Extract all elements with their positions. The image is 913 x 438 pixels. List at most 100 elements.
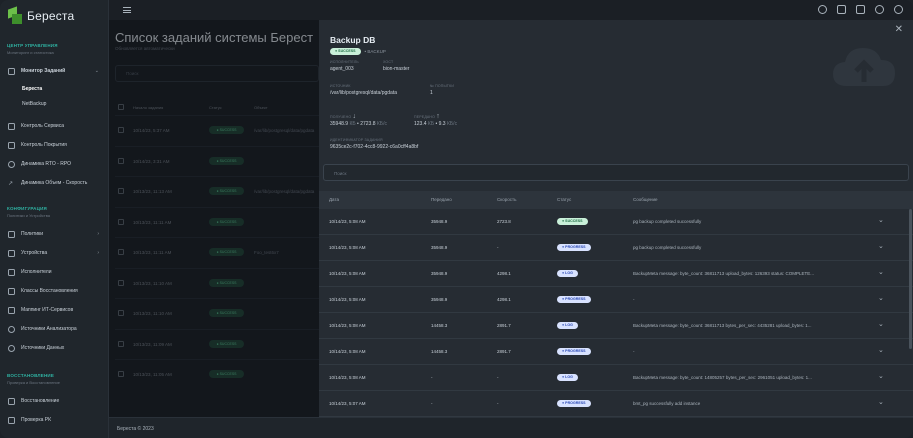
sidebar-item-label: Маппинг ИТ-Сервисов (21, 307, 74, 313)
overlay-backdrop[interactable] (109, 20, 319, 417)
log-row[interactable]: 10/14/23, 5:08 AM 35948.9 - ● PROGRESS pg ba… (319, 235, 913, 261)
job-type-label: BACKUP (367, 49, 386, 54)
topbar-actions (818, 5, 903, 14)
log-speed: 2891.7 (497, 349, 511, 354)
status-badge: ● SUCCESS (330, 48, 361, 55)
sidebar-item-job-monitor[interactable]: Монитор Заданий ⌄ (6, 64, 103, 78)
log-row[interactable]: 10/14/23, 5:07 AM - - ● PROGRESS bmt_pg succ… (319, 391, 913, 417)
log-row[interactable]: 10/14/23, 5:08 AM 35948.9 4298.1 ● PROGRESS… (319, 287, 913, 313)
logo[interactable]: Береста (8, 6, 74, 24)
sidebar-item-label: Проверка РК (21, 417, 52, 423)
chevron-down-icon[interactable]: ⌄ (878, 372, 884, 380)
log-message: BackupMeta message: byte_count: 14805257… (633, 375, 812, 380)
sidebar-item-label: Исполнители (21, 269, 52, 275)
source-value: /var/lib/postgresql/data/pgdata (330, 90, 397, 96)
transferred-label: ПЕРЕДАНО ↑ (414, 113, 440, 120)
chevron-down-icon[interactable]: ⌄ (878, 216, 884, 224)
chevron-right-icon: › (97, 250, 99, 256)
column-header-transferred[interactable]: Передано (431, 197, 452, 202)
sidebar-item-label: Контроль Сервиса (21, 123, 65, 129)
chevron-down-icon[interactable]: ⌄ (878, 268, 884, 276)
bell-icon[interactable] (875, 5, 884, 14)
processed-value: 35948.9 КБ • 2723.8 КБ/с (330, 121, 387, 127)
sidebar-item-it-mapping[interactable]: Маппинг ИТ-Сервисов (6, 303, 103, 317)
executor-value: agent_003 (330, 66, 354, 72)
clipboard-check-icon (8, 141, 15, 149)
clipboard-icon (8, 122, 15, 130)
sidebar-item-check-rk[interactable]: Проверка РК (6, 413, 103, 427)
status-badge-label: LOG (565, 323, 573, 327)
job-details-drawer: ✕ Backup DB ● SUCCESS • BACKUP ИСПОЛНИТЕ… (319, 20, 913, 417)
status-badge: ● LOG (557, 270, 578, 277)
attempts-label: № ПОПЫТКИ (430, 84, 455, 88)
user-icon[interactable] (894, 5, 903, 14)
log-row[interactable]: 10/14/23, 5:08 AM - - ● LOG BackupMeta messa… (319, 365, 913, 391)
search-icon[interactable] (818, 5, 827, 14)
sidebar-item-volume-speed[interactable]: ↗ Динамика Объем - Скорость (6, 176, 103, 190)
log-message: pg backup completed successfully (633, 245, 702, 250)
chevron-down-icon: ⌄ (94, 68, 99, 74)
status-badge: ● LOG (557, 322, 578, 329)
status-badge-label: SUCCESS (565, 219, 583, 223)
section-subtitle-configuration: Политики и Устройства (7, 213, 51, 218)
log-date: 10/14/23, 5:07 AM (329, 401, 366, 406)
sidebar-item-devices[interactable]: Устройства › (6, 246, 103, 260)
scrollbar[interactable] (909, 209, 912, 349)
chevron-down-icon[interactable]: ⌄ (878, 242, 884, 250)
transferred-amount: 123.4 (414, 121, 427, 127)
column-header-date[interactable]: Дата (329, 197, 339, 202)
source-label: ИСТОЧНИК (330, 84, 351, 88)
log-search-input[interactable]: Поиск (323, 164, 909, 181)
document-icon[interactable] (837, 5, 846, 14)
host-label: ХОСТ (383, 60, 394, 64)
device-icon (8, 249, 15, 257)
log-date: 10/14/23, 5:08 AM (329, 271, 366, 276)
sidebar-subitem-netbackup[interactable]: NetBackup (22, 101, 46, 107)
log-row[interactable]: 10/14/23, 5:08 AM 14458.3 2891.7 ● LOG Backu… (319, 313, 913, 339)
log-speed: 4298.1 (497, 271, 511, 276)
restore-icon (8, 397, 15, 405)
job-id-label: ИДЕНТИФИКАТОР ЗАДАНИЯ (330, 138, 383, 142)
status-badge: ● SUCCESS (557, 218, 588, 225)
column-header-message[interactable]: Сообщение (633, 197, 658, 202)
sidebar-item-rto-rpo[interactable]: Динамика RTO - RPO (6, 157, 103, 171)
sidebar-subitem-beresta[interactable]: Береста (22, 86, 42, 92)
trend-icon: ↗ (8, 180, 14, 187)
chat-icon[interactable] (856, 5, 865, 14)
column-header-speed[interactable]: Скорость (497, 197, 516, 202)
log-speed: 2891.7 (497, 323, 511, 328)
sidebar-item-coverage-control[interactable]: Контроль Покрытия (6, 138, 103, 152)
job-title: Backup DB (330, 35, 376, 45)
sidebar-item-analyzer-sources[interactable]: Источники Анализатора (6, 322, 103, 336)
transferred-unit: КБ (427, 121, 435, 127)
processed-label: ПОЛУЧЕНО ↓ (330, 113, 356, 120)
search-placeholder: Поиск (334, 170, 347, 176)
log-row[interactable]: 10/14/23, 5:08 AM 35948.9 2723.8 ● SUCCESS p… (319, 209, 913, 235)
sidebar-item-restore[interactable]: Восстановление (6, 394, 103, 408)
chevron-down-icon[interactable]: ⌄ (878, 346, 884, 354)
sidebar-item-policies[interactable]: Политики › (6, 227, 103, 241)
log-date: 10/14/23, 5:08 AM (329, 375, 366, 380)
sidebar-item-service-control[interactable]: Контроль Сервиса (6, 119, 103, 133)
database-icon (8, 344, 15, 352)
close-icon[interactable]: ✕ (895, 24, 903, 35)
log-transferred: 14458.3 (431, 349, 448, 354)
status-badge: ● PROGRESS (557, 296, 591, 303)
sidebar-item-executors[interactable]: Исполнители (6, 265, 103, 279)
log-row[interactable]: 10/14/23, 5:08 AM 35948.9 4298.1 ● LOG Backu… (319, 261, 913, 287)
sidebar-item-recovery-classes[interactable]: Классы Восстановления (6, 284, 103, 298)
log-speed: 4298.1 (497, 297, 511, 302)
chevron-down-icon[interactable]: ⌄ (878, 398, 884, 406)
sidebar-item-data-sources[interactable]: Источники Данных (6, 341, 103, 355)
column-header-status[interactable]: Статус (557, 197, 571, 202)
log-speed: - (497, 401, 499, 406)
section-title-control-center: ЦЕНТР УПРАВЛЕНИЯ (7, 43, 58, 48)
log-date: 10/14/23, 5:08 AM (329, 245, 366, 250)
menu-icon[interactable] (123, 7, 131, 13)
sidebar-item-label: Динамика RTO - RPO (21, 161, 72, 167)
status-badge-label: PROGRESS (565, 297, 586, 301)
log-row[interactable]: 10/14/23, 5:08 AM 14458.3 2891.7 ● PROGRESS… (319, 339, 913, 365)
chevron-down-icon[interactable]: ⌄ (878, 320, 884, 328)
sidebar-item-label: Контроль Покрытия (21, 142, 67, 148)
chevron-down-icon[interactable]: ⌄ (878, 294, 884, 302)
